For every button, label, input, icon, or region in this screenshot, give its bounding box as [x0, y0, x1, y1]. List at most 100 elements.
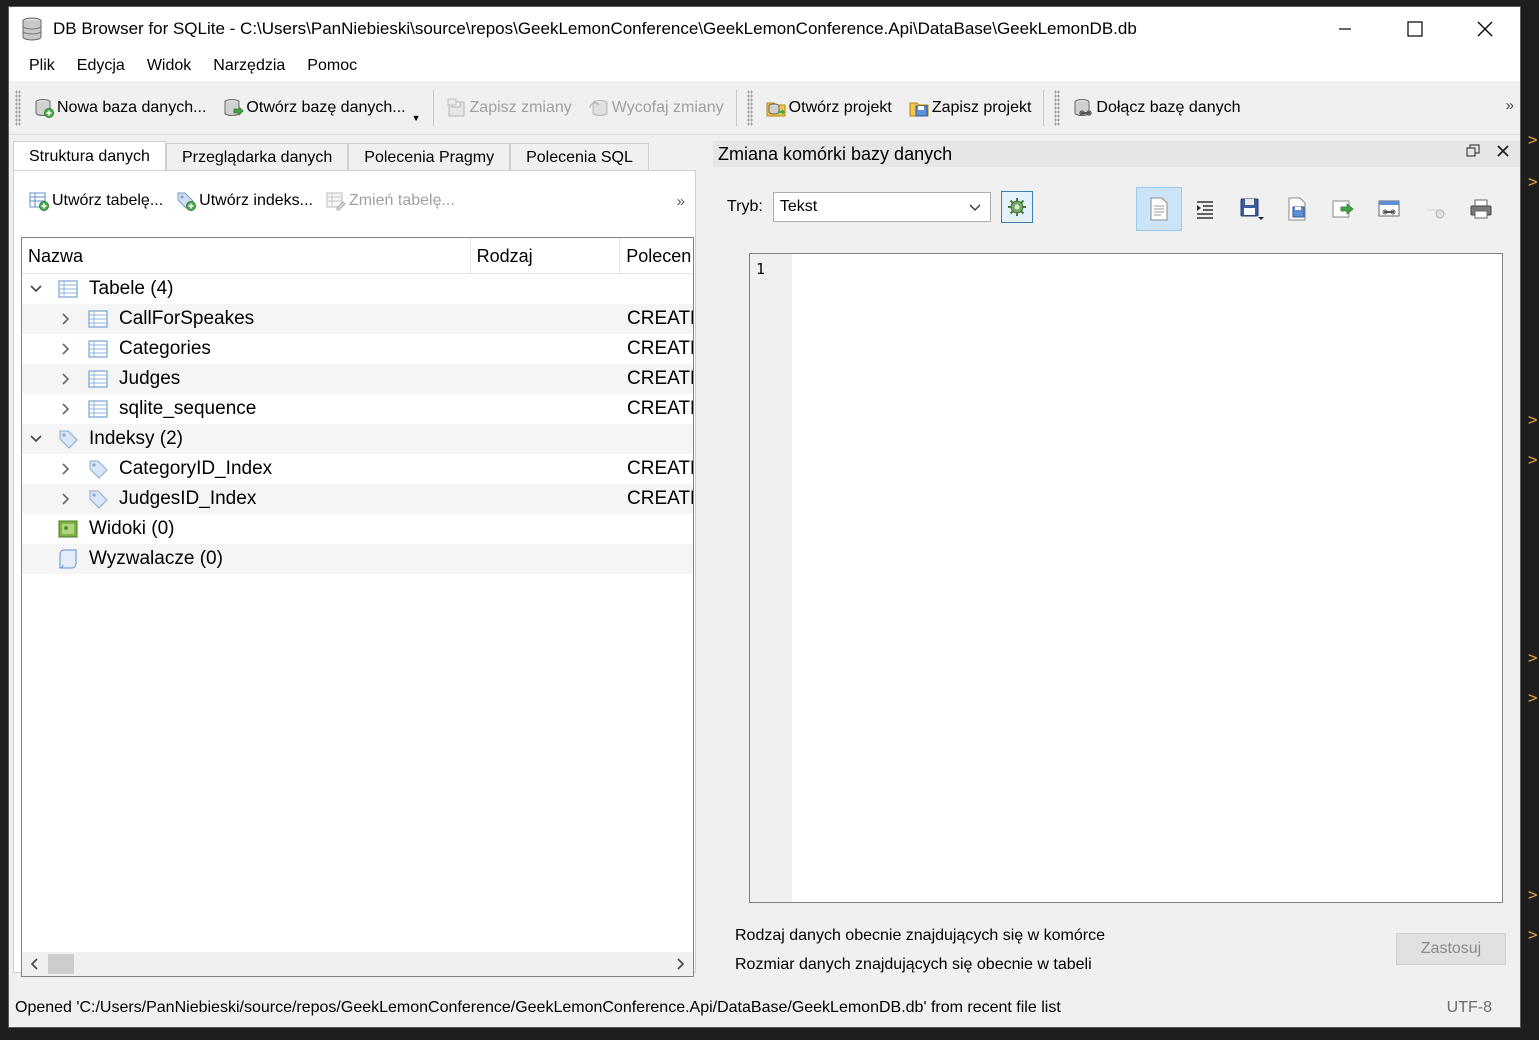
chevron-right-icon[interactable]	[58, 341, 74, 357]
mode-row: Tryb: Tekst	[713, 187, 1520, 231]
chevron-right-icon[interactable]	[673, 957, 687, 971]
open-database-dropdown-icon[interactable]: ▼	[412, 113, 421, 123]
open-database-button[interactable]: Otwórz bazę danych... ▼	[214, 88, 428, 128]
menu-pomoc[interactable]: Pomoc	[296, 51, 368, 81]
toolbar-grip[interactable]	[15, 89, 21, 126]
schema-tree[interactable]: Nazwa Rodzaj Polecen Tabele (4) CallForS…	[21, 237, 694, 977]
tree-group-label: Tabele (4)	[89, 278, 174, 299]
tree-item-table[interactable]: sqlite_sequence CREATE	[22, 394, 693, 424]
tree-item-schema: CREATE	[627, 398, 693, 419]
modify-table-button[interactable]: Zmień tabelę...	[321, 181, 463, 221]
window-controls	[1310, 7, 1520, 51]
revert-changes-button[interactable]: Wycofaj zmiany	[580, 88, 732, 128]
column-header-schema[interactable]: Polecen	[620, 238, 693, 273]
export-button[interactable]	[1228, 187, 1274, 231]
revert-changes-label: Wycofaj zmiany	[611, 98, 724, 116]
tree-item-table[interactable]: CallForSpeakes CREATE	[22, 304, 693, 334]
tab-browse-data[interactable]: Przeglądarka danych	[165, 143, 349, 171]
chevron-left-icon[interactable]	[28, 957, 42, 971]
chevron-right-icon[interactable]	[58, 491, 74, 507]
tree-item-label: sqlite_sequence	[119, 398, 257, 419]
tree-group-triggers[interactable]: Wyzwalacze (0)	[22, 544, 693, 574]
new-database-button[interactable]: Nowa baza danych...	[25, 88, 214, 128]
column-header-name[interactable]: Nazwa	[22, 238, 471, 273]
set-null-button[interactable]	[1320, 187, 1366, 231]
scrollbar-thumb[interactable]	[48, 954, 74, 974]
apply-button[interactable]: Zastosuj	[1396, 933, 1506, 965]
dock-title: Zmiana komórki bazy danych	[718, 143, 953, 164]
create-table-button[interactable]: Utwórz tabelę...	[24, 181, 171, 221]
tree-group-tables[interactable]: Tabele (4)	[22, 274, 693, 304]
open-external-button[interactable]	[1366, 187, 1412, 231]
title-bar: DB Browser for SQLite - C:\Users\PanNieb…	[9, 7, 1520, 51]
tab-execute-sql[interactable]: Polecenia SQL	[510, 143, 649, 171]
column-header-type[interactable]: Rodzaj	[471, 238, 621, 273]
open-project-button[interactable]: Otwórz projekt	[757, 88, 900, 128]
tree-group-label: Indeksy (2)	[89, 428, 183, 449]
tree-item-index[interactable]: CategoryID_Index CREATE	[22, 454, 693, 484]
menu-plik[interactable]: Plik	[18, 51, 66, 81]
chevron-down-icon[interactable]	[28, 281, 44, 297]
chevron-right-icon[interactable]	[58, 371, 74, 387]
toolbar-grip[interactable]	[746, 89, 753, 126]
tree-item-schema: CREATE	[627, 368, 693, 389]
horizontal-scrollbar[interactable]	[22, 952, 693, 976]
tree-item-index[interactable]: JudgesID_Index CREATE	[22, 484, 693, 514]
structure-toolbar-overflow-button[interactable]: »	[677, 193, 685, 210]
float-dock-icon[interactable]	[1466, 144, 1480, 158]
main-toolbar: Nowa baza danych... Otwórz bazę danych..…	[9, 81, 1520, 135]
create-index-button[interactable]: Utwórz indeks...	[171, 181, 321, 221]
toolbar-overflow-button[interactable]: »	[1506, 97, 1514, 114]
create-table-icon	[29, 192, 49, 211]
toolbar-grip[interactable]	[1054, 89, 1061, 126]
tree-item-table[interactable]: Judges CREATE	[22, 364, 693, 394]
bracket-mark: >	[1528, 925, 1538, 944]
word-wrap-button[interactable]	[1136, 187, 1182, 231]
chevron-right-icon[interactable]	[58, 461, 74, 477]
menu-widok[interactable]: Widok	[136, 51, 202, 81]
open-project-label: Otwórz projekt	[788, 98, 892, 116]
tree-item-schema: CREATE	[627, 338, 693, 359]
bracket-mark: >	[1528, 172, 1538, 191]
attach-database-button[interactable]: Dołącz bazę danych	[1064, 88, 1248, 128]
new-database-icon	[35, 98, 54, 118]
indent-button[interactable]	[1182, 187, 1228, 231]
chevron-right-icon[interactable]	[58, 401, 74, 417]
tree-item-schema: CREATE	[627, 308, 693, 329]
bracket-mark: >	[1528, 130, 1538, 149]
tab-database-structure[interactable]: Struktura danych	[13, 141, 166, 171]
status-bar: Opened 'C:/Users/PanNiebieski/source/rep…	[9, 989, 1520, 1027]
menu-edycja[interactable]: Edycja	[66, 51, 136, 81]
tree-group-indexes[interactable]: Indeksy (2)	[22, 424, 693, 454]
minimize-button[interactable]	[1310, 7, 1380, 51]
mode-select[interactable]: Tekst	[772, 192, 991, 222]
minimize-icon	[1339, 28, 1351, 30]
bracket-mark: >	[1528, 885, 1538, 904]
menu-narzedzia[interactable]: Narzędzia	[202, 51, 296, 81]
tree-group-label: Wyzwalacze (0)	[89, 548, 223, 569]
close-dock-icon[interactable]	[1496, 144, 1510, 158]
import-button[interactable]	[1274, 187, 1320, 231]
clear-cell-button[interactable]	[1412, 187, 1458, 231]
chevron-right-icon[interactable]	[58, 311, 74, 327]
tree-item-table[interactable]: Categories CREATE	[22, 334, 693, 364]
open-project-icon	[766, 102, 786, 116]
indent-icon	[1197, 201, 1213, 219]
background-editor-strip: > > > > > > > >	[1524, 0, 1539, 1040]
print-button[interactable]	[1458, 187, 1504, 231]
chevron-down-icon[interactable]	[28, 431, 44, 447]
bracket-mark: >	[1528, 450, 1538, 469]
save-changes-button[interactable]: Zapisz zmiany	[438, 88, 580, 128]
tree-item-label: Categories	[119, 338, 211, 359]
gear-icon	[1007, 198, 1026, 216]
auto-switch-mode-button[interactable]	[1000, 191, 1033, 223]
tree-group-views[interactable]: Widoki (0)	[22, 514, 693, 544]
cell-text-editor[interactable]: 1	[749, 253, 1503, 903]
tree-header: Nazwa Rodzaj Polecen	[22, 238, 693, 274]
database-icon	[22, 17, 42, 41]
close-button[interactable]	[1450, 7, 1520, 51]
maximize-button[interactable]	[1380, 7, 1450, 51]
save-project-button[interactable]: Zapisz projekt	[900, 88, 1040, 128]
tab-edit-pragmas[interactable]: Polecenia Pragmy	[348, 143, 511, 171]
bracket-mark: >	[1528, 688, 1538, 707]
